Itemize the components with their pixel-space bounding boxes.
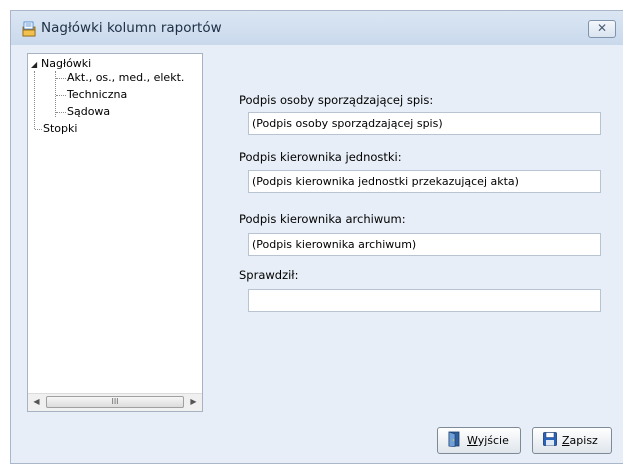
label-checked-by: Sprawdził: (239, 268, 299, 282)
tree-node-stopki[interactable]: Stopki (43, 122, 77, 136)
unit-head-signature-input[interactable] (248, 170, 601, 193)
save-label: Zapisz (562, 434, 598, 447)
horizontal-scrollbar[interactable]: ◀ III ▶ (28, 393, 202, 411)
scroll-grip: III (111, 397, 119, 406)
app-icon (21, 21, 37, 40)
scroll-thumb[interactable]: III (46, 396, 184, 408)
close-icon: ✕ (596, 21, 608, 35)
checked-by-input[interactable] (248, 289, 601, 312)
label-archive-head-signature: Podpis kierownika archiwum: (239, 212, 406, 226)
tree-node-techniczna[interactable]: Techniczna (67, 88, 127, 102)
floppy-disk-icon (542, 431, 558, 450)
exit-label: Wyjście (467, 434, 509, 447)
title-bar[interactable]: Nagłówki kolumn raportów ✕ (11, 11, 623, 45)
scroll-right-icon[interactable]: ▶ (185, 394, 202, 410)
tree-node-naglowki[interactable]: Nagłówki (41, 57, 91, 71)
window-title: Nagłówki kolumn raportów (41, 20, 222, 36)
archive-head-signature-input[interactable] (248, 233, 601, 256)
exit-door-icon (447, 431, 463, 450)
preparer-signature-input[interactable] (248, 112, 601, 135)
tree-node-sadowa[interactable]: Sądowa (67, 105, 110, 119)
tree-view[interactable]: ◢ Nagłówki Akt., os., med., elekt. Techn… (27, 53, 203, 412)
exit-button[interactable]: Wyjście (437, 427, 521, 454)
save-button[interactable]: Zapisz (532, 427, 612, 454)
dialog-window: Nagłówki kolumn raportów ✕ ◢ Nagłówki Ak… (10, 10, 623, 464)
tree-connector (35, 129, 42, 130)
label-preparer-signature: Podpis osoby sporządzającej spis: (239, 93, 434, 107)
label-unit-head-signature: Podpis kierownika jednostki: (239, 150, 402, 164)
tree-connector (34, 71, 35, 129)
tree-connector (56, 112, 66, 113)
tree-connector (56, 78, 66, 79)
tree-node-akt[interactable]: Akt., os., med., elekt. (67, 71, 184, 85)
scroll-left-icon[interactable]: ◀ (28, 394, 45, 410)
close-button[interactable]: ✕ (588, 20, 616, 38)
tree-connector (56, 95, 66, 96)
expand-arrow-icon[interactable]: ◢ (31, 60, 37, 69)
